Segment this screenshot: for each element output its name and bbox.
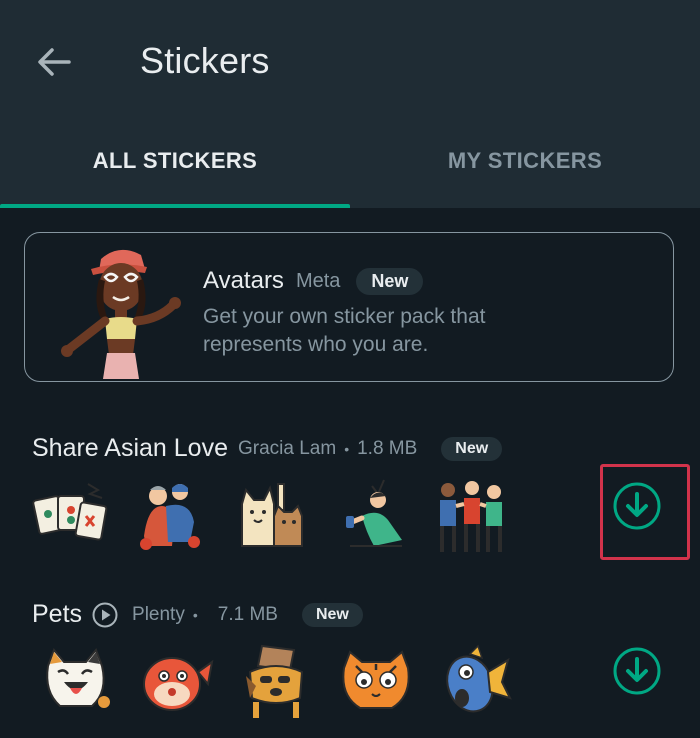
avatars-description: Get your own sticker pack that represent… xyxy=(203,305,486,356)
arrow-left-icon xyxy=(38,48,71,76)
play-icon xyxy=(92,602,118,627)
calico-cat-sticker xyxy=(46,648,110,708)
pack-size: 1.8 MB xyxy=(357,437,418,459)
pack-author: Gracia Lam xyxy=(237,437,337,459)
tiger-cat-sticker xyxy=(342,650,410,709)
two-friends-hug-sticker xyxy=(140,484,200,550)
pufferfish-sticker xyxy=(143,657,214,711)
pack-author: Plenty xyxy=(132,603,185,625)
download-icon xyxy=(613,647,661,695)
pack-size: 7.1 MB xyxy=(217,603,278,625)
pack-name: Pets xyxy=(32,600,83,628)
download-pack-button[interactable] xyxy=(612,646,662,696)
new-badge: New xyxy=(441,436,503,461)
new-badge: New xyxy=(301,602,363,627)
group-of-friends-sticker xyxy=(440,481,502,552)
back-button[interactable] xyxy=(30,38,78,86)
app-bar: Stickers ALL STICKERS MY STICKERS xyxy=(0,0,700,208)
dog-with-box-sticker xyxy=(246,644,304,718)
pack-header-pets[interactable]: Pets Plenty • 7.1 MB New xyxy=(32,600,363,629)
lucky-cats-sticker xyxy=(241,483,303,547)
avatars-author: Meta xyxy=(295,269,341,292)
dancing-woman-sticker xyxy=(346,479,402,547)
avatars-promo-card[interactable]: Avatars Meta New Get your own sticker pa… xyxy=(24,232,674,382)
highlight-box xyxy=(600,464,690,560)
active-tab-indicator xyxy=(0,204,350,208)
avatar-figure-image xyxy=(61,249,181,379)
tab-all-stickers[interactable]: ALL STICKERS xyxy=(0,148,350,174)
pack-name: Share Asian Love xyxy=(32,434,228,462)
new-badge: New xyxy=(356,267,424,295)
tab-my-stickers[interactable]: MY STICKERS xyxy=(350,148,700,174)
mahjong-tiles-sticker xyxy=(32,483,108,541)
separator-dot: • xyxy=(344,440,350,457)
separator-dot: • xyxy=(192,606,198,623)
page-title: Stickers xyxy=(140,40,270,81)
pack-header-share-asian-love[interactable]: Share Asian Love Gracia Lam • 1.8 MB New xyxy=(32,434,503,463)
avatars-name: Avatars xyxy=(203,267,284,294)
surprised-fish-sticker xyxy=(446,644,512,713)
avatars-title-row: Avatars Meta New xyxy=(203,267,424,295)
